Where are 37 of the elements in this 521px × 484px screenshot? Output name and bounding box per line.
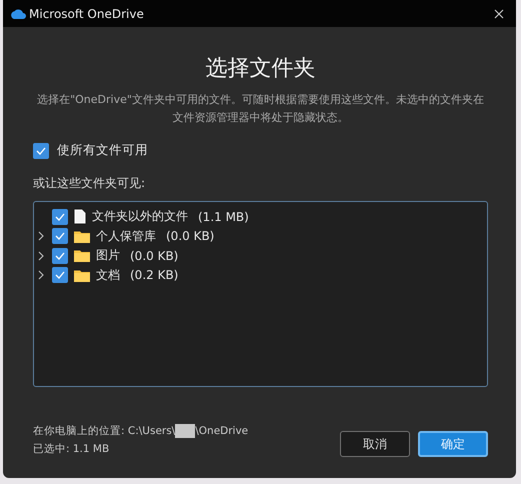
tree-label: 或让这些文件夹可见: [33,175,146,192]
description-text: 选择在"OneDrive"文件夹中可用的文件。可随时根据需要使用这些文件。未选中的文件夹在文件资源管理器中将处于隐藏状态。 [36,92,485,126]
folder-icon [74,230,90,243]
selected-size-text: 已选中: 1.1 MB [33,442,110,457]
check-icon [55,252,65,260]
dialog-heading: 选择文件夹 [204,55,316,83]
location-text: \OneDrive [195,424,248,439]
checkbox[interactable] [52,248,68,264]
chevron-icon[interactable] [38,231,44,242]
cancel-button[interactable]: 取消 [340,431,410,457]
folder-icon [74,268,90,282]
checkbox[interactable] [33,142,49,158]
check-icon [55,212,65,221]
check-icon [55,232,65,240]
checkbox-label: 使所有文件可用 [57,142,148,159]
file-icon [74,209,86,224]
check-icon [36,146,46,154]
window-title: Microsoft OneDrive [29,6,144,20]
check-icon [55,271,65,280]
item-name: 个人保管库 [96,228,156,245]
checkbox[interactable] [52,208,68,225]
item-size: (0.0 KB) [130,248,178,263]
item-name: 文档 [96,266,120,284]
item-size: (0.0 KB) [166,229,214,244]
cloud-icon [10,8,26,18]
item-name: 图片 [96,247,120,264]
item-name: 文件夹以外的文件 [92,208,188,226]
chevron-icon[interactable] [38,250,44,261]
item-size: (1.1 MB) [198,210,249,224]
chevron-icon[interactable] [38,270,44,280]
checkbox[interactable] [52,267,68,284]
item-size: (0.2 KB) [130,268,178,282]
redaction-block [175,424,196,438]
close-icon [494,8,504,18]
location-text: 在你电脑上的位置: C:\Users\ [33,424,176,439]
folder-icon [74,249,90,262]
checkbox[interactable] [52,228,68,244]
